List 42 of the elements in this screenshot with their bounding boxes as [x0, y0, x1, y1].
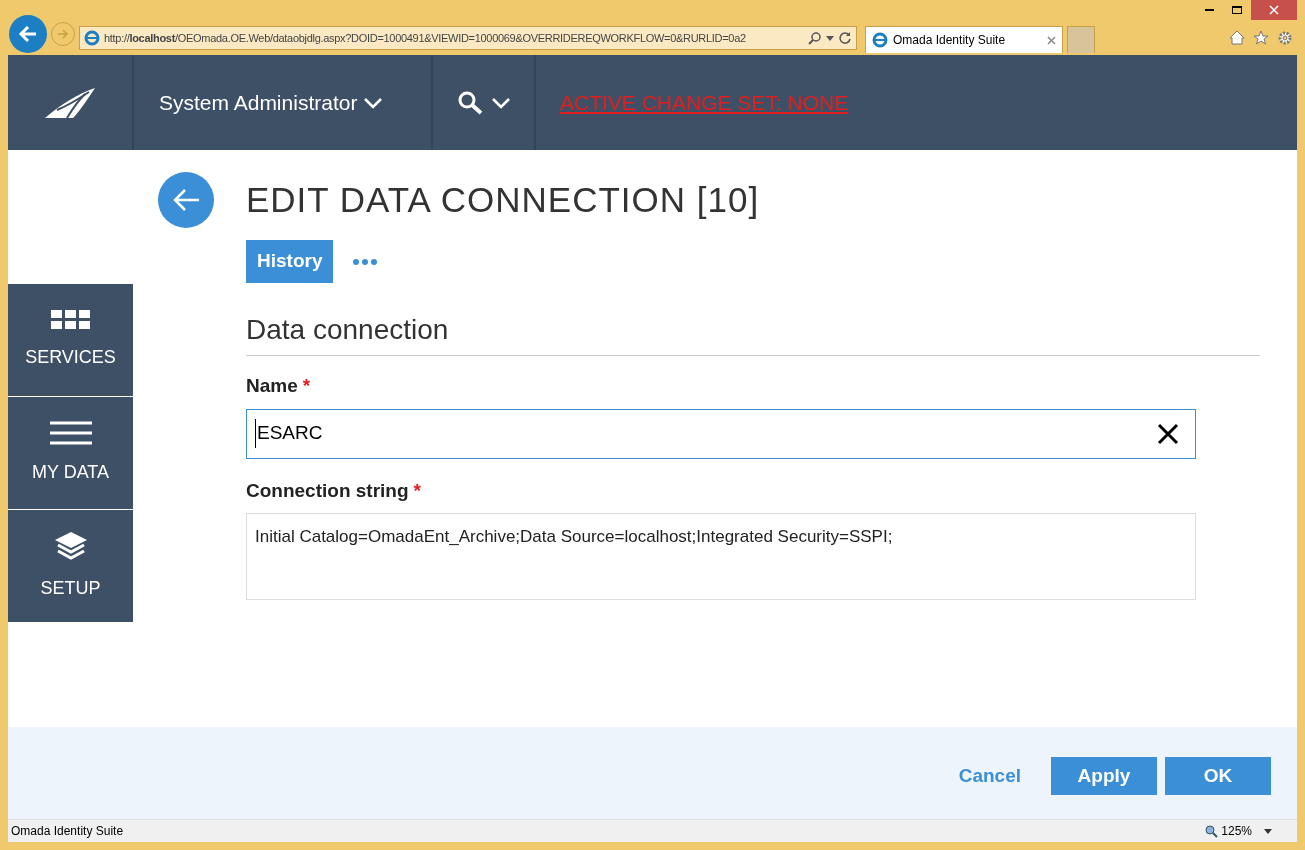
search-icon[interactable]	[808, 31, 822, 45]
browser-logo-icon	[872, 32, 888, 48]
sidebar-item[interactable]: MY DATA	[8, 397, 133, 509]
status-text: Omada Identity Suite	[11, 823, 125, 840]
user-menu[interactable]: System Administrator	[134, 55, 433, 150]
section-heading: Data connection	[246, 309, 1260, 356]
refresh-icon[interactable]	[838, 31, 852, 45]
settings-icon[interactable]	[1277, 30, 1293, 46]
name-field[interactable]: ESARC	[246, 408, 1196, 459]
url-text: http://localhost/OEOmada.OE.Web/dataobjdlg.aspx?DOID=1000491&VIEWID=1000069&OVERRIDEREQWORKFLOW=0&RURLID=0a2	[104, 30, 747, 46]
field-label: Name *	[246, 372, 1196, 401]
zoom-level[interactable]: 125%	[1221, 822, 1252, 840]
address-bar[interactable]: http://localhost/OEOmada.OE.Web/dataobjdlg.aspx?DOID=1000491&VIEWID=1000069&OVERRIDEREQWORKFLOW=0&RURLID=0a2	[79, 26, 857, 50]
tab-title: Omada Identity Suite	[893, 32, 1007, 49]
star-icon[interactable]	[1253, 30, 1269, 45]
layers-icon	[53, 530, 88, 561]
connection-string-field[interactable]: Initial Catalog=OmadaEnt_Archive;Data Source=localhost;Integrated Security=SSPI;	[246, 513, 1196, 600]
page-title: EDIT DATA CONNECTION [10]	[246, 178, 760, 221]
required-mark: *	[413, 478, 421, 503]
close-icon[interactable]	[1047, 35, 1056, 45]
field-label: Connection string *	[246, 476, 1196, 505]
more-icon[interactable]	[353, 258, 378, 265]
browser-tab[interactable]: Omada Identity Suite	[865, 26, 1063, 53]
close-icon	[1269, 5, 1279, 15]
arrow-left-icon	[171, 187, 201, 213]
chevron-down-icon	[363, 96, 384, 109]
dropdown-caret-icon[interactable]	[1264, 828, 1272, 834]
logo-icon	[43, 85, 97, 120]
browser-logo-icon	[84, 30, 100, 46]
menu-icon	[49, 420, 92, 445]
zoom-icon[interactable]	[1205, 824, 1219, 838]
dropdown-caret-icon[interactable]	[826, 35, 834, 41]
back-button[interactable]	[158, 172, 214, 228]
sidebar-item[interactable]: SETUP	[8, 510, 133, 622]
chevron-down-icon	[490, 96, 511, 109]
search-icon	[456, 90, 483, 115]
grid-icon	[50, 309, 91, 330]
sidebar-item[interactable]: SERVICES	[8, 284, 133, 396]
back-icon[interactable]	[9, 15, 47, 53]
home-icon[interactable]	[1229, 30, 1245, 45]
required-mark: *	[302, 374, 311, 398]
clear-icon[interactable]	[1157, 422, 1179, 445]
